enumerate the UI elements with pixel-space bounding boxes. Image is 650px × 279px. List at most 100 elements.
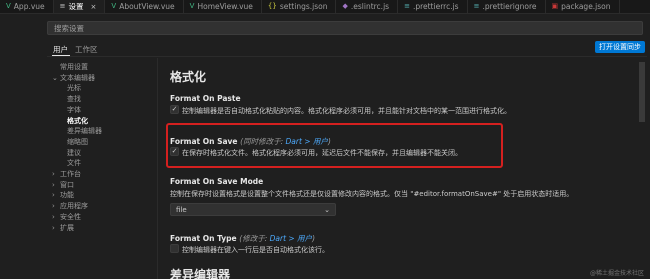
settings-content: 格式化 Format On Paste ✓ 控制编辑器是否自动格式化粘贴的内容。… (158, 58, 650, 279)
highlight-annotation (166, 123, 503, 168)
toc-item-label: 扩展 (60, 223, 74, 232)
chevron-right-icon: › (52, 212, 55, 221)
toc-item-label: 光标 (67, 84, 81, 93)
toc-item[interactable]: 建议 (67, 148, 81, 158)
toc-item[interactable]: 格式化 (67, 116, 88, 126)
toc-item[interactable]: 查找 (67, 94, 81, 104)
tab-label: HomeView.vue (197, 2, 253, 11)
setting-desc-format-on-paste: 控制编辑器是否自动格式化粘贴的内容。格式化程序必须可用，并且能针对文档中的某一范… (182, 107, 511, 115)
tab-user[interactable]: 用户 (53, 44, 68, 55)
settings-search-input[interactable]: 搜索设置 (47, 21, 643, 35)
scroll-thumb[interactable] (639, 62, 645, 122)
toc-item[interactable]: 缩略图 (67, 137, 88, 147)
tab-label: AboutView.vue (119, 2, 175, 11)
vue-icon: V (6, 2, 11, 10)
toc-item-label: 缩略图 (67, 137, 88, 146)
toc-item[interactable]: 光标 (67, 83, 81, 93)
chevron-down-icon: ⌄ (52, 73, 58, 82)
close-icon[interactable]: × (91, 3, 97, 11)
section-title-formatting: 格式化 (170, 70, 207, 84)
tab-label: .prettierrc.js (412, 2, 459, 11)
toc-item[interactable]: › 窗口 (52, 180, 74, 190)
tab-label: settings.json (279, 2, 328, 11)
editor-tab[interactable]: V HomeView.vue (183, 0, 262, 13)
search-placeholder: 搜索设置 (54, 24, 84, 33)
setting-desc-format-on-save-mode: 控制在保存时设置格式是设置整个文件格式还是仅设置修改内容的格式。仅当 "#edi… (170, 190, 574, 198)
editor-tab-bar: V App.vue ≡ 设置 × V AboutView.vue V HomeView.vue{… (0, 0, 650, 14)
settings-sync-button[interactable]: 打开设置同步 (595, 41, 645, 53)
toc-item-label: 建议 (67, 148, 81, 157)
chevron-down-icon: ⌄ (324, 206, 330, 214)
toc-item[interactable]: › 应用程序 (52, 201, 88, 211)
setting-desc-format-on-type: 控制编辑器在键入一行后是否自动格式化该行。 (182, 246, 329, 254)
setting-title-format-on-save-mode: Format On Save Mode (170, 177, 264, 186)
toc-item-label: 应用程序 (60, 202, 88, 211)
toc-item-label: 差异编辑器 (67, 127, 102, 136)
toc-item-label: 文本编辑器 (60, 73, 95, 82)
tab-workspace[interactable]: 工作区 (75, 44, 98, 55)
toc-item-label: 字体 (67, 105, 81, 114)
npm-icon: ▣ (551, 2, 559, 10)
editor-tab[interactable]: V App.vue (0, 0, 54, 13)
chevron-right-icon: › (52, 202, 55, 211)
toc-item[interactable]: 文件 (67, 158, 81, 168)
editor-tab[interactable]: ◆ .eslintrc.js (336, 0, 399, 13)
toc-item[interactable]: › 扩展 (52, 223, 74, 233)
prettier-icon: ≡ (404, 2, 410, 10)
editor-tab[interactable]: ≡ 设置 × (53, 0, 106, 13)
toc-item-label: 文件 (67, 159, 81, 168)
modified-note: (修改于: Dart > 用户) (239, 234, 315, 243)
toc-item[interactable]: 常用设置 (60, 62, 88, 72)
tab-label: App.vue (13, 2, 45, 11)
vue-icon: V (189, 2, 195, 10)
tab-label: .prettierignore (482, 2, 537, 11)
toc-item[interactable]: 差异编辑器 (67, 126, 102, 136)
toc-item[interactable]: 字体 (67, 105, 81, 115)
modified-prefix: (修改于: (239, 234, 270, 243)
select-value: file (176, 206, 187, 214)
format-on-paste-checkbox[interactable]: ✓ (170, 105, 179, 114)
editor-tab[interactable]: V AboutView.vue (105, 0, 184, 13)
toc-item-label: 安全性 (60, 212, 81, 221)
chevron-right-icon: › (52, 191, 55, 200)
toc-item-label: 常用设置 (60, 63, 88, 71)
toc-item-label: 格式化 (67, 116, 88, 125)
settings-icon: ≡ (59, 2, 66, 10)
prettier-icon: ≡ (473, 2, 480, 10)
modified-link[interactable]: Dart > 用户 (270, 234, 312, 243)
editor-tab[interactable]: ≡ .prettierignore (467, 0, 546, 13)
check-icon: ✓ (171, 105, 178, 113)
editor-tab[interactable]: {} settings.json (261, 0, 337, 13)
toc-item[interactable]: › 工作台 (52, 169, 81, 179)
eslint-icon: ◆ (342, 2, 348, 10)
modified-suffix: ) (312, 234, 315, 243)
tab-label: .eslintrc.js (350, 2, 390, 11)
json-icon: {} (267, 2, 277, 10)
toc-item-label: 功能 (60, 191, 74, 200)
toc-item-label: 查找 (67, 95, 81, 104)
chevron-right-icon: › (52, 170, 55, 178)
format-on-type-title-text: Format On Type (170, 234, 237, 243)
toc-item[interactable]: › 安全性 (52, 212, 81, 222)
format-on-type-checkbox[interactable] (170, 244, 179, 253)
toc-item[interactable]: ⌄ 文本编辑器 (52, 73, 95, 83)
toc-item[interactable]: › 功能 (52, 190, 74, 200)
section-title-diff-editor: 差异编辑器 (170, 268, 231, 279)
tab-label: package.json (561, 2, 611, 11)
vertical-scrollbar[interactable] (638, 58, 646, 279)
vue-icon: V (111, 2, 117, 10)
toc-item-label: 窗口 (60, 180, 74, 189)
editor-tab[interactable]: ≡ .prettierrc.js (398, 0, 468, 13)
chevron-right-icon: › (52, 223, 55, 232)
tab-label: 设置 (68, 2, 84, 11)
toc-item-label: 工作台 (60, 170, 81, 178)
setting-title-format-on-type: Format On Type (修改于: Dart > 用户) (170, 233, 315, 244)
active-tab-underline (52, 55, 70, 56)
settings-scope-bar: 用户 工作区 打开设置同步 (47, 39, 647, 57)
editor-tab[interactable]: ▣ package.json (545, 0, 620, 13)
format-on-save-mode-select[interactable]: file ⌄ (170, 203, 336, 216)
watermark: @稀土掘金技术社区 (589, 270, 644, 277)
chevron-right-icon: › (52, 180, 55, 189)
setting-title-format-on-paste: Format On Paste (170, 94, 241, 103)
settings-toc: 常用设置 ⌄ 文本编辑器 光标 查找 字体 格式化 差异编辑器 缩略图 建议 文件 › 工作台 › 窗口 › 功… (47, 62, 157, 272)
